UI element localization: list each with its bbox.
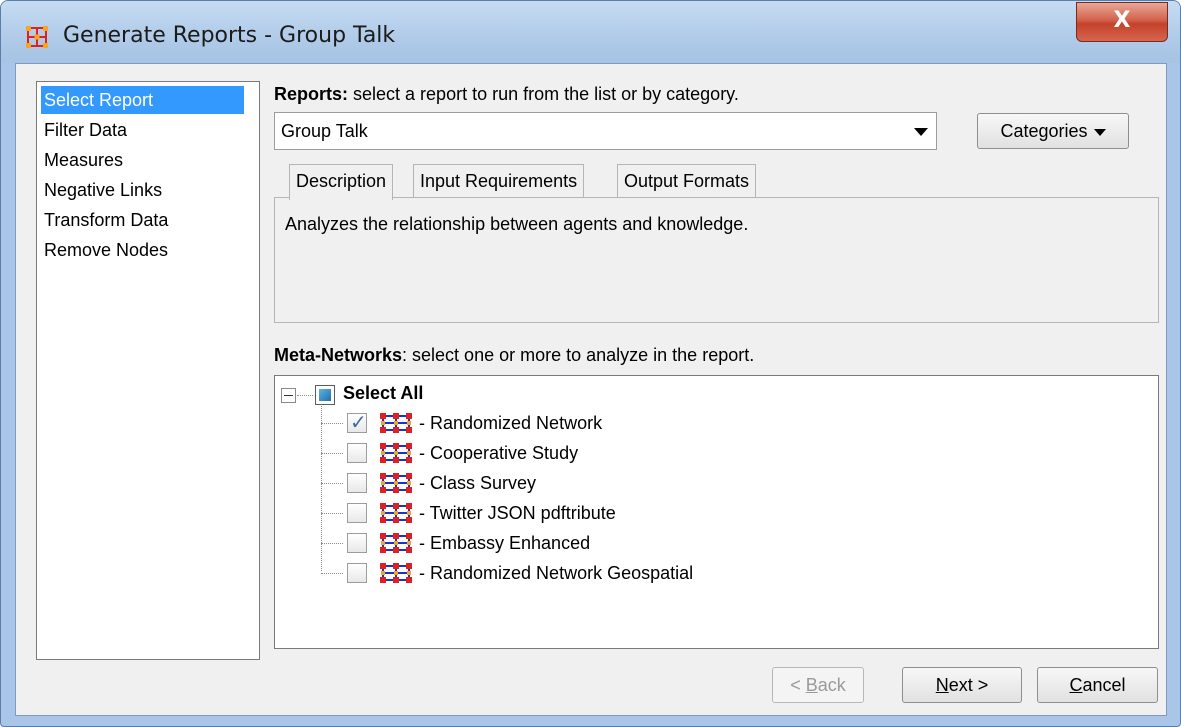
report-select[interactable]: Group Talk [274, 112, 937, 150]
tab-output-formats[interactable]: Output Formats [617, 164, 757, 198]
report-select-value: Group Talk [281, 121, 368, 141]
reports-instruction-text: select a report to run from the list or … [348, 84, 739, 104]
nav-item-filter-data[interactable]: Filter Data [41, 116, 130, 144]
chevron-down-icon [914, 128, 928, 136]
next-mnemonic: N [935, 675, 949, 695]
tree-connector [321, 453, 343, 454]
back-button[interactable]: < Back [772, 667, 864, 703]
meta-network-label: - Class Survey [419, 473, 537, 493]
tree-connector [321, 573, 343, 574]
next-rest: ext > [948, 675, 989, 695]
tree-item: - Class Survey [275, 469, 875, 499]
meta-network-label: - Cooperative Study [419, 443, 579, 463]
meta-networks-instruction-text: : select one or more to analyze in the r… [402, 345, 755, 365]
cancel-button[interactable]: Cancel [1037, 667, 1158, 703]
network-grid-icon [26, 26, 48, 48]
meta-networks-instruction: Meta-Networks: select one or more to ana… [274, 345, 754, 366]
tree-connector [321, 513, 343, 514]
tree-connector [321, 543, 343, 544]
nav-item-transform-data[interactable]: Transform Data [41, 206, 171, 234]
meta-network-label: - Randomized Network [419, 413, 603, 433]
report-description: Analyzes the relationship between agents… [285, 214, 749, 234]
tab-description[interactable]: Description [289, 164, 394, 200]
meta-network-icon [380, 443, 412, 463]
next-button[interactable]: Next > [902, 667, 1022, 703]
item-checkbox[interactable]: ✓ [347, 412, 367, 434]
meta-network-icon [380, 533, 412, 553]
categories-label: Categories [1000, 121, 1088, 141]
close-button[interactable]: X [1076, 2, 1168, 42]
reports-heading: Reports: [274, 84, 349, 104]
nav-item-remove-nodes[interactable]: Remove Nodes [41, 236, 171, 264]
checkmark-icon: ✓ [350, 412, 367, 434]
tree-item: ✓ - Randomized Network [275, 409, 875, 439]
title-bar[interactable]: Generate Reports - Group Talk X [1, 1, 1180, 63]
tree-connector [321, 423, 343, 424]
window-title: Generate Reports - Group Talk [63, 23, 396, 48]
nav-item-negative-links[interactable]: Negative Links [41, 176, 165, 204]
meta-network-label: - Twitter JSON pdftribute [419, 503, 616, 523]
meta-network-icon [380, 413, 412, 433]
back-rest: ack [817, 675, 846, 695]
back-prefix: < [790, 675, 806, 695]
meta-network-icon [380, 473, 412, 493]
tree-item: - Randomized Network Geospatial [275, 559, 875, 589]
item-checkbox[interactable] [347, 533, 367, 553]
reports-instruction: Reports: select a report to run from the… [274, 84, 739, 105]
meta-network-icon [380, 563, 412, 583]
cancel-rest: ancel [1082, 675, 1126, 695]
back-mnemonic: B [805, 675, 818, 695]
meta-network-label: - Embassy Enhanced [419, 533, 591, 553]
caret-down-icon [1093, 128, 1106, 136]
cancel-mnemonic: C [1069, 675, 1083, 695]
tab-input-requirements[interactable]: Input Requirements [413, 164, 585, 198]
item-checkbox[interactable] [347, 503, 367, 523]
meta-networks-heading: Meta-Networks [274, 345, 403, 365]
step-navigation-list: Select Report Filter Data Measures Negat… [36, 81, 260, 660]
tree-connector [297, 395, 313, 396]
tree-item: - Twitter JSON pdftribute [275, 499, 875, 529]
categories-button[interactable]: Categories [977, 113, 1129, 149]
item-checkbox[interactable] [347, 443, 367, 463]
nav-item-measures[interactable]: Measures [41, 146, 126, 174]
nav-item-select-report[interactable]: Select Report [41, 86, 244, 114]
item-checkbox[interactable] [347, 473, 367, 493]
meta-network-label: - Randomized Network Geospatial [419, 563, 694, 583]
item-checkbox[interactable] [347, 563, 367, 583]
dialog-content: Select Report Filter Data Measures Negat… [15, 63, 1167, 716]
meta-network-tree: Select All ✓ - Randomized Network - Coop… [274, 375, 1159, 649]
select-all-checkbox[interactable] [315, 385, 335, 405]
collapse-icon[interactable] [281, 388, 296, 403]
dialog-window: Generate Reports - Group Talk X Select R… [0, 0, 1181, 727]
tab-panel-description: Analyzes the relationship between agents… [274, 197, 1159, 323]
select-all-label: Select All [343, 383, 424, 403]
tree-item: - Cooperative Study [275, 439, 875, 469]
tree-item: - Embassy Enhanced [275, 529, 875, 559]
tree-connector [321, 483, 343, 484]
meta-network-icon [380, 503, 412, 523]
